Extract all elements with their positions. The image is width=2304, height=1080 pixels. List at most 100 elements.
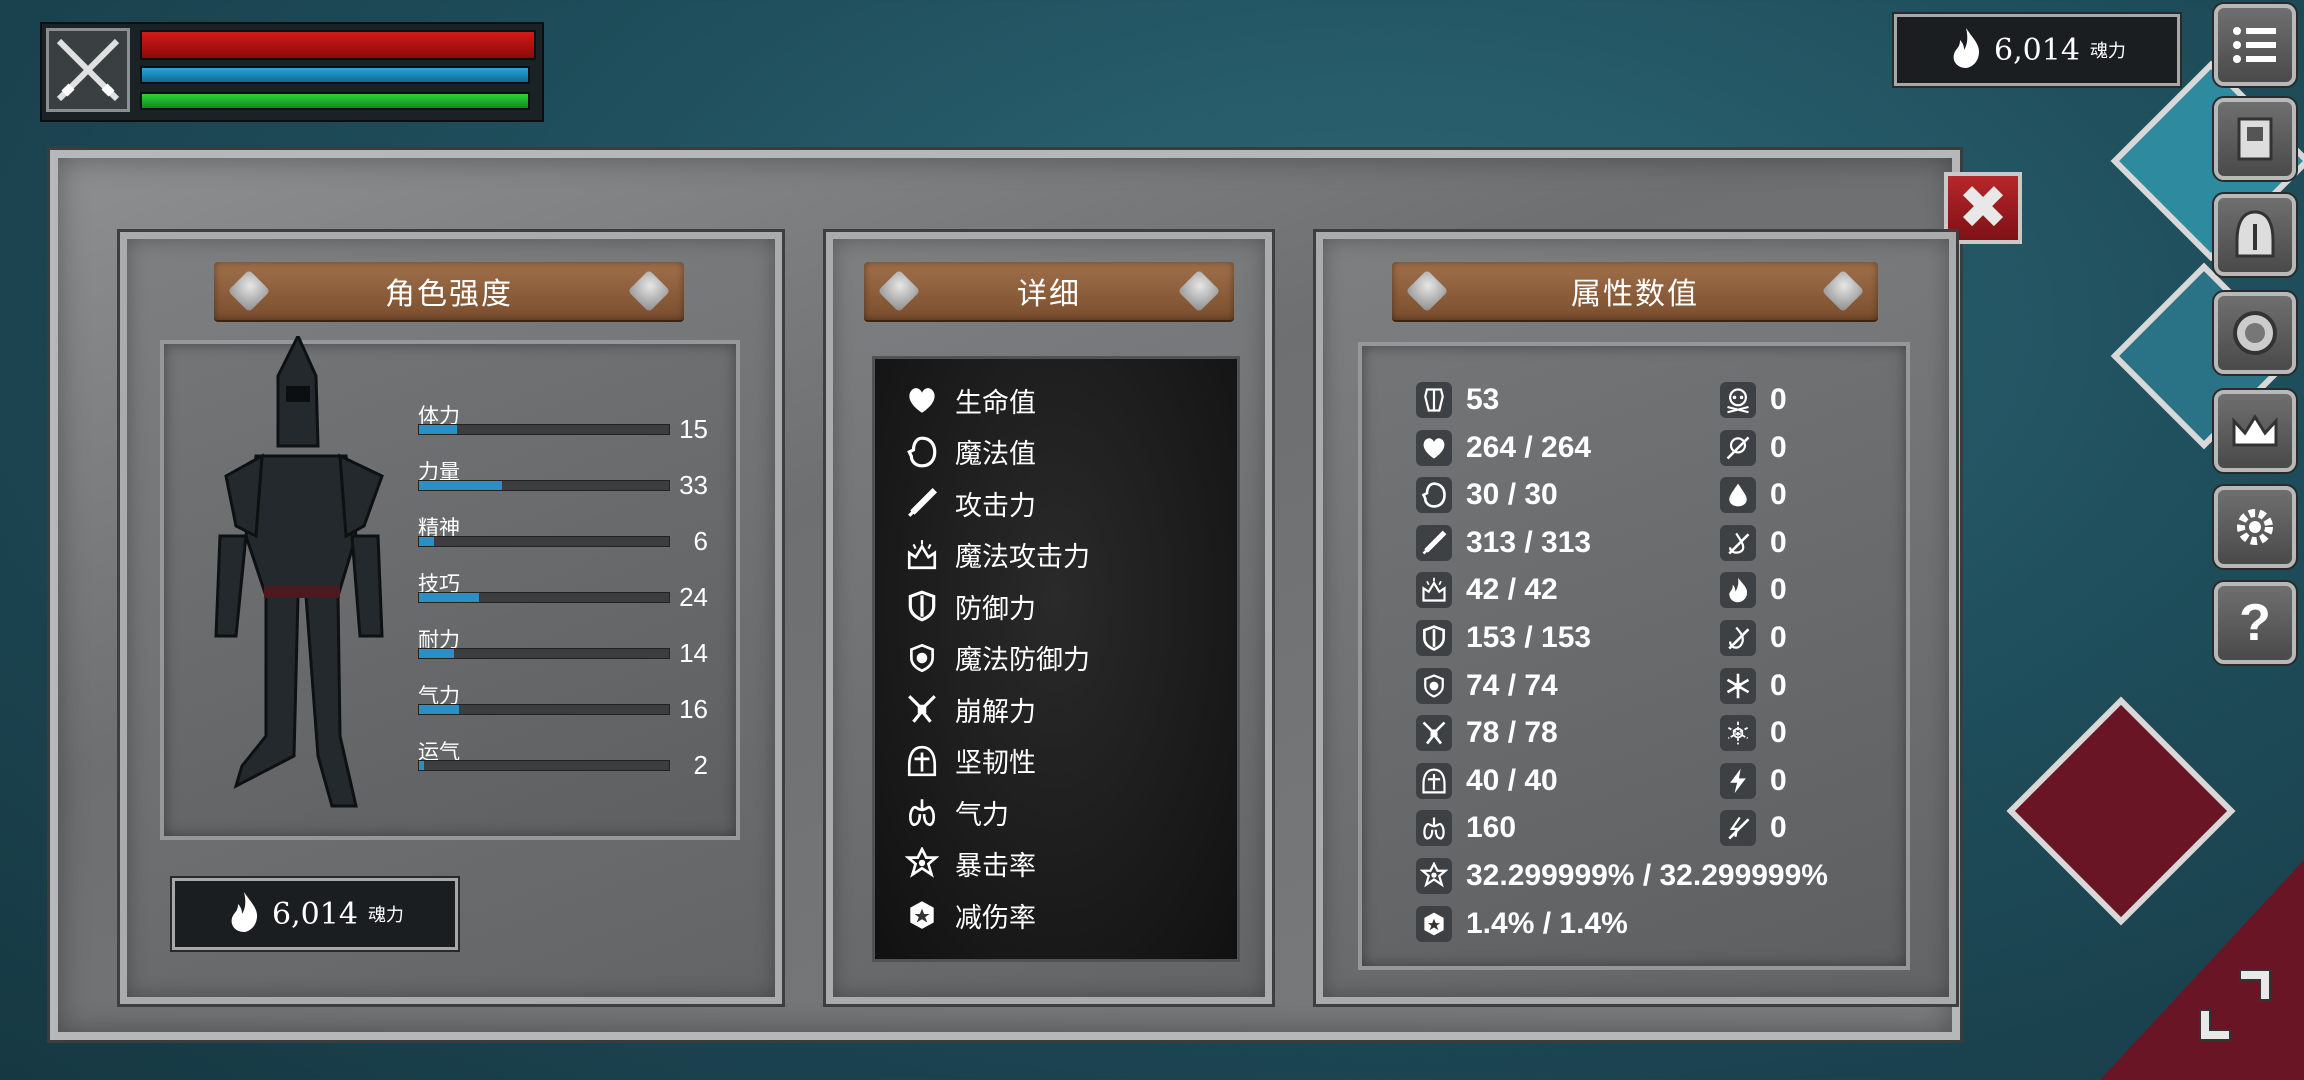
magic-defense-icon <box>1424 673 1444 698</box>
stat-bar <box>418 424 670 435</box>
soul-counter-bottom: 6,014 魂力 <box>172 878 458 950</box>
poison-resist-icon <box>1726 436 1750 460</box>
attribute-row: 30 / 30 <box>1416 477 1558 514</box>
character-model[interactable] <box>206 332 390 836</box>
resistance-row: 0 <box>1720 810 1787 847</box>
fire-icon <box>1729 578 1748 603</box>
stat-row: 技巧 24 <box>418 568 708 618</box>
stat-value: 14 <box>679 638 708 668</box>
critical-icon <box>1420 862 1448 888</box>
detail-item[interactable]: 魔法防御力 <box>903 635 1090 681</box>
shield-icon <box>1423 625 1445 651</box>
stat-bar <box>418 536 670 547</box>
menu-list-icon <box>2233 27 2276 63</box>
detail-label: 暴击率 <box>955 851 1036 881</box>
detail-item[interactable]: 魔法值 <box>903 429 1036 475</box>
equipment-button[interactable] <box>2214 194 2296 276</box>
resistance-value: 0 <box>1770 430 1787 464</box>
settings-button[interactable] <box>2214 486 2296 568</box>
sword-icon <box>908 487 938 517</box>
detail-item[interactable]: 减伤率 <box>903 892 1036 938</box>
stat-row: 耐力 14 <box>418 624 708 674</box>
attribute-value: 160 <box>1466 811 1517 845</box>
magic-attack-icon <box>907 539 937 569</box>
attribute-value: 153 / 153 <box>1466 621 1592 654</box>
detail-label: 崩解力 <box>955 696 1036 727</box>
amulet-button[interactable] <box>2214 292 2296 374</box>
resistance-row: 0 <box>1720 429 1787 466</box>
attribute-row: 1.4% / 1.4% <box>1416 905 1628 942</box>
attribute-row: 313 / 313 <box>1416 524 1592 561</box>
detail-label: 气力 <box>955 799 1009 830</box>
magic-defense-icon <box>910 643 934 672</box>
detail-label: 生命值 <box>955 387 1036 418</box>
close-icon: ✖ <box>1957 174 2009 241</box>
attribute-value: 313 / 313 <box>1466 525 1592 559</box>
stat-bar-fill <box>419 593 479 602</box>
details-list[interactable]: 生命值魔法值攻击力魔法攻击力防御力魔法防御力崩解力坚韧性气力暴击率减伤率 <box>872 356 1240 962</box>
soul-amount: 6,014 <box>1994 32 2080 68</box>
resize-corner-icon[interactable] <box>2190 960 2280 1050</box>
stat-value: 6 <box>693 526 708 556</box>
resistance-value: 0 <box>1770 716 1787 750</box>
resistance-value: 0 <box>1770 573 1787 607</box>
break-icon <box>1422 721 1446 745</box>
stat-bar-fill <box>419 425 457 434</box>
detail-label: 攻击力 <box>955 490 1036 521</box>
help-button[interactable]: ? <box>2214 582 2296 664</box>
lungs-icon <box>1423 817 1445 840</box>
detail-item[interactable]: 气力 <box>903 789 1009 835</box>
detail-item[interactable]: 攻击力 <box>903 480 1036 526</box>
resistance-row: 0 <box>1720 667 1787 704</box>
details-header: 详细 <box>864 262 1234 320</box>
head-icon <box>1421 482 1446 508</box>
sword-icon <box>1422 530 1447 555</box>
attribute-value: 78 / 78 <box>1466 716 1558 750</box>
resistance-row: 0 <box>1720 620 1787 656</box>
character-strength-header: 角色强度 <box>214 262 684 320</box>
break-icon <box>908 695 936 723</box>
attribute-row: 74 / 74 <box>1416 667 1558 704</box>
resistance-value: 0 <box>1770 478 1787 512</box>
resistance-row: 0 <box>1720 715 1787 752</box>
fire-icon <box>1948 26 1984 75</box>
detail-item[interactable]: 防御力 <box>903 583 1036 629</box>
detail-item[interactable]: 魔法攻击力 <box>903 532 1090 578</box>
soul-unit: 魂力 <box>367 905 404 925</box>
mana-bar <box>140 66 530 84</box>
resistance-value: 0 <box>1770 525 1787 559</box>
helmet-icon <box>907 745 937 776</box>
lungs-icon <box>908 799 936 827</box>
lightning-icon <box>1730 768 1746 794</box>
journal-button[interactable] <box>2214 98 2296 180</box>
head-icon <box>907 436 937 467</box>
attribute-value: 40 / 40 <box>1466 763 1558 797</box>
attribute-value: 42 / 42 <box>1466 573 1558 607</box>
attribute-row: 32.299999% / 32.299999% <box>1416 858 1828 894</box>
damage-reduction-icon <box>1424 912 1444 935</box>
attributes-title: 属性数值 <box>1571 278 1699 311</box>
journal-icon <box>2237 117 2273 161</box>
magic-attack-icon <box>1422 578 1446 602</box>
detail-label: 魔法攻击力 <box>955 542 1090 572</box>
crown-button[interactable] <box>2214 390 2296 472</box>
help-icon: ? <box>2239 594 2271 652</box>
menu-list-button[interactable] <box>2214 4 2296 86</box>
detail-item[interactable]: 暴击率 <box>903 841 1036 887</box>
detail-label: 减伤率 <box>955 902 1036 933</box>
detail-item[interactable]: 生命值 <box>903 377 1036 423</box>
detail-item[interactable]: 坚韧性 <box>903 738 1036 784</box>
attribute-value: 74 / 74 <box>1466 668 1558 702</box>
stat-value: 16 <box>679 694 708 724</box>
player-status-hud <box>40 22 544 122</box>
attribute-row: 40 / 40 <box>1416 762 1558 799</box>
crossed-swords-icon[interactable] <box>46 28 130 112</box>
resistance-row: 0 <box>1720 524 1787 561</box>
attribute-row: 53 <box>1416 382 1499 418</box>
resistance-row: 0 <box>1720 762 1787 799</box>
helmet-icon <box>2235 210 2275 258</box>
attribute-row: 153 / 153 <box>1416 620 1591 656</box>
detail-item[interactable]: 崩解力 <box>903 686 1036 732</box>
frost-icon <box>1726 673 1750 698</box>
health-bar <box>140 30 536 60</box>
